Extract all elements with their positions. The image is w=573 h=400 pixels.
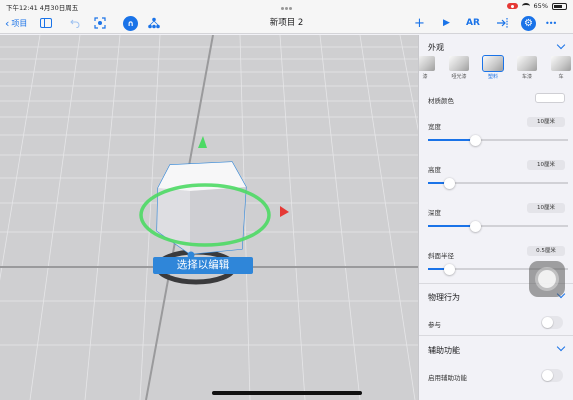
gear-icon: ⚙: [521, 15, 536, 31]
more-button[interactable]: •••: [545, 12, 557, 34]
width-slider-thumb[interactable]: [470, 134, 482, 146]
material-label-2: 哑光漆: [451, 74, 467, 80]
material-swatch-4[interactable]: [517, 56, 537, 71]
back-to-projects-button[interactable]: ‹ 项目: [5, 12, 27, 34]
play-button[interactable]: ▶: [443, 12, 450, 34]
sidebar-toggle-button[interactable]: [40, 12, 52, 34]
back-label: 项目: [11, 18, 28, 28]
undo-icon: [70, 19, 80, 28]
bevel-radius-slider-thumb[interactable]: [443, 263, 455, 275]
participate-toggle[interactable]: [541, 316, 563, 329]
capture-button[interactable]: [94, 12, 106, 34]
material-color-field[interactable]: [535, 93, 565, 103]
move-arrows-icon: [497, 18, 508, 28]
depth-slider[interactable]: [428, 220, 568, 232]
screen-record-icon: [506, 3, 518, 9]
chevron-left-icon: ‹: [5, 16, 10, 30]
undo-button[interactable]: [70, 12, 80, 34]
multitasking-dots[interactable]: [281, 4, 293, 10]
participate-label: 参与: [428, 321, 441, 329]
height-value[interactable]: 10厘米: [527, 160, 565, 170]
grid-floor: [0, 35, 418, 400]
capture-icon: [94, 17, 106, 29]
depth-slider-thumb[interactable]: [470, 220, 482, 232]
scene-viewport[interactable]: 选择以编辑: [0, 35, 418, 400]
enable-accessibility-label: 启用辅助功能: [428, 374, 467, 382]
magnet-icon: ∩: [123, 15, 138, 31]
material-picker: 漆 哑光漆 塑料 车漆 车: [419, 55, 573, 82]
status-bar: 下午12:41 4月30日周五 65%: [0, 0, 573, 12]
y-axis-handle[interactable]: [198, 136, 207, 148]
height-label: 高度: [428, 166, 441, 174]
settings-button[interactable]: ⚙: [521, 12, 536, 34]
wifi-icon: [521, 3, 530, 9]
ar-button[interactable]: AR: [466, 12, 480, 34]
assistive-touch-button[interactable]: [529, 261, 565, 297]
inspector-panel: 外观 漆 哑光漆 塑料 车漆 车 材质颜色 宽度 10厘米 高度 10厘米 深度…: [418, 35, 573, 400]
select-to-edit-label: 选择以编辑: [153, 257, 253, 274]
material-label-5: 车: [558, 74, 564, 80]
depth-value[interactable]: 10厘米: [527, 203, 565, 213]
physics-heading: 物理行为: [428, 293, 460, 302]
depth-label: 深度: [428, 209, 441, 217]
material-swatch-2[interactable]: [449, 56, 469, 71]
width-slider[interactable]: [428, 134, 568, 146]
bevel-radius-value[interactable]: 0.5厘米: [527, 246, 565, 256]
battery-percent: 65%: [533, 2, 548, 10]
enable-accessibility-toggle[interactable]: [541, 369, 563, 382]
hierarchy-icon: [148, 17, 160, 29]
section-divider: [419, 335, 573, 336]
height-slider-thumb[interactable]: [443, 177, 455, 189]
toolbar: 新项目 2 ‹ 项目 ∩ + ▶ AR ⚙ •••: [0, 12, 573, 34]
material-color-label: 材质颜色: [428, 97, 454, 105]
accessibility-heading: 辅助功能: [428, 346, 460, 355]
height-slider[interactable]: [428, 177, 568, 189]
status-time: 下午12:41 4月30日周五: [6, 4, 79, 12]
material-label-1: 漆: [422, 74, 428, 80]
transform-button[interactable]: [496, 12, 509, 34]
sidebar-icon: [40, 18, 52, 28]
add-object-button[interactable]: +: [414, 12, 425, 34]
scene-tree-button[interactable]: [148, 12, 160, 34]
accessibility-collapse-icon[interactable]: [556, 342, 566, 352]
appearance-collapse-icon[interactable]: [556, 40, 566, 50]
material-label-4: 车漆: [521, 74, 532, 80]
material-swatch-selected[interactable]: [482, 55, 504, 72]
material-swatch-5[interactable]: [551, 56, 571, 71]
width-label: 宽度: [428, 123, 441, 131]
bevel-radius-label: 斜面半径: [428, 252, 454, 260]
material-label-selected: 塑料: [487, 74, 498, 80]
width-value[interactable]: 10厘米: [527, 117, 565, 127]
x-axis-handle[interactable]: [280, 206, 289, 217]
snap-button[interactable]: ∩: [123, 12, 138, 34]
document-title[interactable]: 新项目 2: [0, 12, 573, 34]
battery-icon: [552, 2, 567, 10]
appearance-heading: 外观: [428, 43, 444, 52]
home-indicator[interactable]: [212, 391, 362, 395]
material-swatch-1[interactable]: [419, 56, 435, 71]
